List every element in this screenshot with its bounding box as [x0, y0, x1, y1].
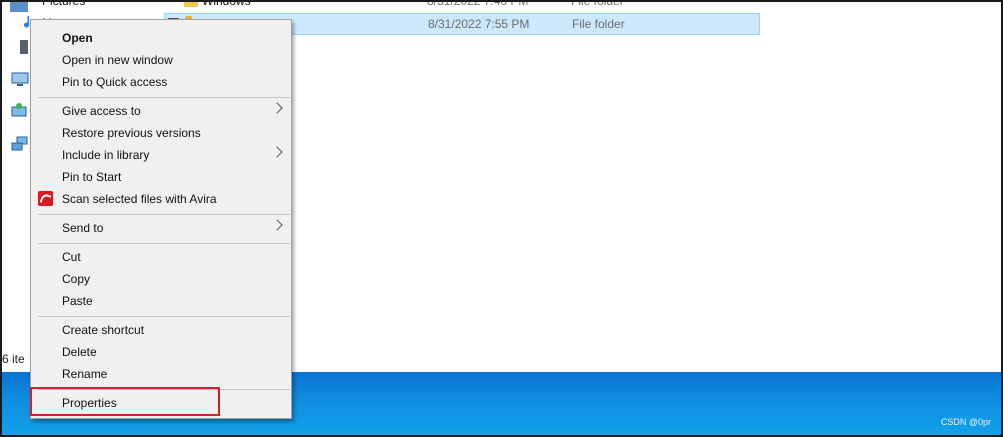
network-icon[interactable]: [11, 136, 29, 152]
menu-item-create-shortcut[interactable]: Create shortcut: [31, 319, 291, 341]
menu-item-delete[interactable]: Delete: [31, 341, 291, 363]
menu-item-label: Create shortcut: [62, 323, 145, 337]
menu-item-label: Restore previous versions: [62, 126, 201, 140]
menu-item-give-access[interactable]: Give access to: [31, 100, 291, 122]
menu-item-label: Rename: [62, 367, 108, 381]
menu-item-open[interactable]: Open: [31, 27, 291, 49]
chevron-right-icon: [271, 146, 283, 158]
watermark: CSDN @0pr: [940, 417, 991, 427]
menu-item-restore-previous[interactable]: Restore previous versions: [31, 122, 291, 144]
menu-item-rename[interactable]: Rename: [31, 363, 291, 385]
menu-item-send-to[interactable]: Send to: [31, 217, 291, 239]
documents-icon[interactable]: [20, 40, 28, 54]
menu-item-label: Cut: [62, 250, 81, 264]
file-type: File folder: [572, 17, 625, 31]
pictures-icon[interactable]: [10, 2, 28, 12]
menu-item-open-new-window[interactable]: Open in new window: [31, 49, 291, 71]
menu-item-include-library[interactable]: Include in library: [31, 144, 291, 166]
file-date: 8/31/2022 7:40 PM: [427, 0, 529, 8]
properties-highlight-box: [30, 387, 220, 416]
menu-item-cut[interactable]: Cut: [31, 246, 291, 268]
menu-item-label: Pin to Start: [62, 170, 122, 184]
menu-separator: [38, 316, 290, 317]
menu-item-label: Scan selected files with Avira: [62, 192, 217, 206]
menu-item-paste[interactable]: Paste: [31, 290, 291, 312]
menu-item-copy[interactable]: Copy: [31, 268, 291, 290]
menu-item-pin-quick-access[interactable]: Pin to Quick access: [31, 71, 291, 93]
network-share-icon[interactable]: [11, 102, 29, 118]
menu-separator: [38, 214, 290, 215]
file-date: 8/31/2022 7:55 PM: [428, 17, 530, 31]
menu-item-label: Pin to Quick access: [62, 75, 168, 89]
screenshot-frame: Windows 8/31/2022 7:40 PM File folder Sh…: [0, 0, 1003, 437]
file-row[interactable]: Windows 8/31/2022 7:40 PM File folder: [164, 0, 760, 13]
context-menu: Open Open in new window Pin to Quick acc…: [30, 19, 292, 419]
menu-item-label: Paste: [62, 294, 93, 308]
nav-pictures-label[interactable]: Pictures: [42, 2, 85, 8]
menu-separator: [38, 243, 290, 244]
menu-item-pin-start[interactable]: Pin to Start: [31, 166, 291, 188]
menu-item-label: Include in library: [62, 148, 150, 162]
menu-item-label: Give access to: [62, 104, 141, 118]
menu-item-label: Delete: [62, 345, 97, 359]
chevron-right-icon: [271, 219, 283, 231]
menu-separator: [38, 97, 290, 98]
status-bar-item-count: 6 ite: [2, 352, 25, 366]
avira-icon: [38, 191, 53, 206]
folder-icon: [184, 2, 198, 7]
this-pc-icon[interactable]: [11, 72, 29, 88]
chevron-right-icon: [271, 102, 283, 114]
menu-item-scan-avira[interactable]: Scan selected files with Avira: [31, 188, 291, 210]
file-type: File folder: [571, 0, 624, 8]
menu-item-label: Copy: [62, 272, 91, 286]
menu-item-label: Open: [62, 31, 93, 45]
menu-item-label: Open in new window: [62, 53, 173, 67]
file-name: Windows: [202, 0, 251, 8]
menu-item-label: Send to: [62, 221, 104, 235]
